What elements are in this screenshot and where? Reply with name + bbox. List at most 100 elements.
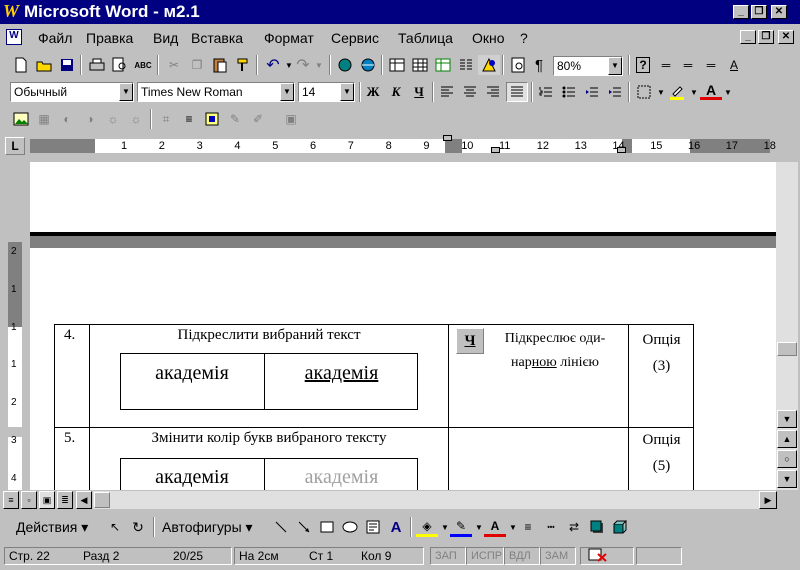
normal-view-icon[interactable]: ≡ [3,491,19,509]
shadow-icon[interactable] [586,517,608,537]
free-rotate-icon[interactable]: ↻ [127,517,149,537]
font-select[interactable]: Times New Roman ▼ [137,82,295,102]
scroll-left-icon[interactable]: ◀ [76,491,92,509]
cut-icon[interactable]: ✂ [163,55,185,75]
document-map-icon[interactable] [507,55,529,75]
font-size-select[interactable]: 14 ▼ [298,82,355,102]
insert-excel-icon[interactable] [432,55,454,75]
less-brightness-icon[interactable]: ☼ [125,109,147,129]
italic-button[interactable]: К [385,82,407,102]
menu-tools[interactable]: Сервис [331,30,379,46]
web-view-icon[interactable]: ▫ [21,491,37,509]
chevron-down-icon[interactable]: ▼ [119,83,133,101]
bullets-icon[interactable] [558,82,580,102]
line-style-icon[interactable]: ═ [700,55,722,75]
decrease-indent-icon[interactable] [581,82,603,102]
chevron-down-icon[interactable]: ▼ [717,82,739,102]
single-underline-icon[interactable]: ═ [655,55,677,75]
menu-help[interactable]: ? [520,30,528,46]
arrow-style-icon[interactable]: ⇄ [563,517,585,537]
close-button[interactable]: ✕ [771,5,787,19]
justify-icon[interactable] [506,82,528,102]
horizontal-scrollbar-track[interactable] [93,491,759,509]
restore-button[interactable]: ❐ [751,5,767,19]
outline-view-icon[interactable]: ≣ [57,491,73,509]
next-page-icon[interactable]: ▼ [777,470,797,488]
vertical-ruler[interactable]: 2 1 1 1 2 3 4 [4,162,26,490]
menu-format[interactable]: Формат [264,30,314,46]
spelling-status-icon[interactable] [580,547,634,565]
menu-table[interactable]: Таблица [398,30,453,46]
menu-window[interactable]: Окно [472,30,505,46]
bold-button[interactable]: Ж [362,82,384,102]
doc-close-button[interactable]: ✕ [778,30,794,44]
doc-minimize-button[interactable]: _ [740,30,756,44]
scroll-right-icon[interactable]: ▶ [759,491,777,509]
menu-file[interactable]: Файл [38,30,72,46]
hanging-indent-marker[interactable] [491,147,500,153]
copy-icon[interactable]: ❐ [186,55,208,75]
numbering-icon[interactable] [535,82,557,102]
first-line-indent-marker[interactable] [443,135,452,141]
document-icon[interactable]: W [6,29,22,45]
insert-picture-icon[interactable] [10,109,32,129]
oval-icon[interactable] [339,517,361,537]
new-document-icon[interactable] [10,55,32,75]
chevron-down-icon[interactable]: ▼ [608,57,622,75]
align-center-icon[interactable] [459,82,481,102]
tables-borders-icon[interactable] [386,55,408,75]
more-contrast-icon[interactable]: ◐ [56,109,78,129]
text-box-icon[interactable] [362,517,384,537]
spelling-icon[interactable]: ABC [132,55,154,75]
open-folder-icon[interactable] [33,55,55,75]
horizontal-ruler[interactable]: L 1 2 3 4 5 6 7 8 9 10 11 12 13 14 15 16 17 18 [0,133,800,160]
more-brightness-icon[interactable]: ☼ [102,109,124,129]
underline-button[interactable]: Ч [408,82,430,102]
less-contrast-icon[interactable]: ◑ [79,109,101,129]
image-control-icon[interactable]: ▦ [33,109,55,129]
align-right-icon[interactable] [482,82,504,102]
text-wrapping-icon[interactable] [201,109,223,129]
line-style-icon[interactable]: ≡ [178,109,200,129]
arrow-icon[interactable] [293,517,315,537]
reset-picture-icon[interactable]: ▣ [280,109,302,129]
minimize-button[interactable]: _ [733,5,749,19]
dash-style-icon[interactable]: ┅ [540,517,562,537]
scroll-thumb[interactable] [777,342,797,356]
status-rec[interactable]: ЗАП [430,547,466,565]
actions-menu[interactable]: Действия ▾ [16,519,88,536]
status-overtype[interactable]: ЗАМ [540,547,576,565]
align-left-icon[interactable] [436,82,458,102]
format-painter-icon[interactable] [232,55,254,75]
paste-icon[interactable] [209,55,231,75]
chevron-down-icon[interactable]: ▼ [280,83,294,101]
drawing-icon[interactable] [478,55,500,75]
web-toolbar-icon[interactable] [357,55,379,75]
show-formatting-icon[interactable]: ¶ [528,55,550,75]
tab-selector[interactable]: L [5,137,25,155]
menu-insert[interactable]: Вставка [191,30,243,46]
clear-format-icon[interactable]: A [723,55,745,75]
format-picture-icon[interactable]: ✎ [224,109,246,129]
page-layout-view-icon[interactable]: ▣ [39,491,55,509]
status-extend[interactable]: ВДЛ [504,547,540,565]
menu-edit[interactable]: Правка [86,30,133,46]
prev-page-icon[interactable]: ▲ [777,430,797,448]
line-style-icon[interactable]: ≡ [517,517,539,537]
doc-restore-button[interactable]: ❐ [758,30,774,44]
style-select[interactable]: Обычный ▼ [10,82,134,102]
line-icon[interactable] [270,517,292,537]
horizontal-scroll-thumb[interactable] [94,492,110,508]
increase-indent-icon[interactable] [604,82,626,102]
insert-table-icon[interactable] [409,55,431,75]
crop-icon[interactable]: ⌗ [155,109,177,129]
right-indent-marker[interactable] [617,147,626,153]
hyperlink-icon[interactable] [334,55,356,75]
chevron-down-icon[interactable]: ▼ [340,83,354,101]
print-preview-icon[interactable] [109,55,131,75]
double-line-icon[interactable]: ═ [677,55,699,75]
set-transparent-icon[interactable]: ✐ [247,109,269,129]
rectangle-icon[interactable] [316,517,338,537]
vertical-scrollbar[interactable]: ▼ ▲ ○ ▼ [776,162,798,490]
menu-view[interactable]: Вид [153,30,178,46]
